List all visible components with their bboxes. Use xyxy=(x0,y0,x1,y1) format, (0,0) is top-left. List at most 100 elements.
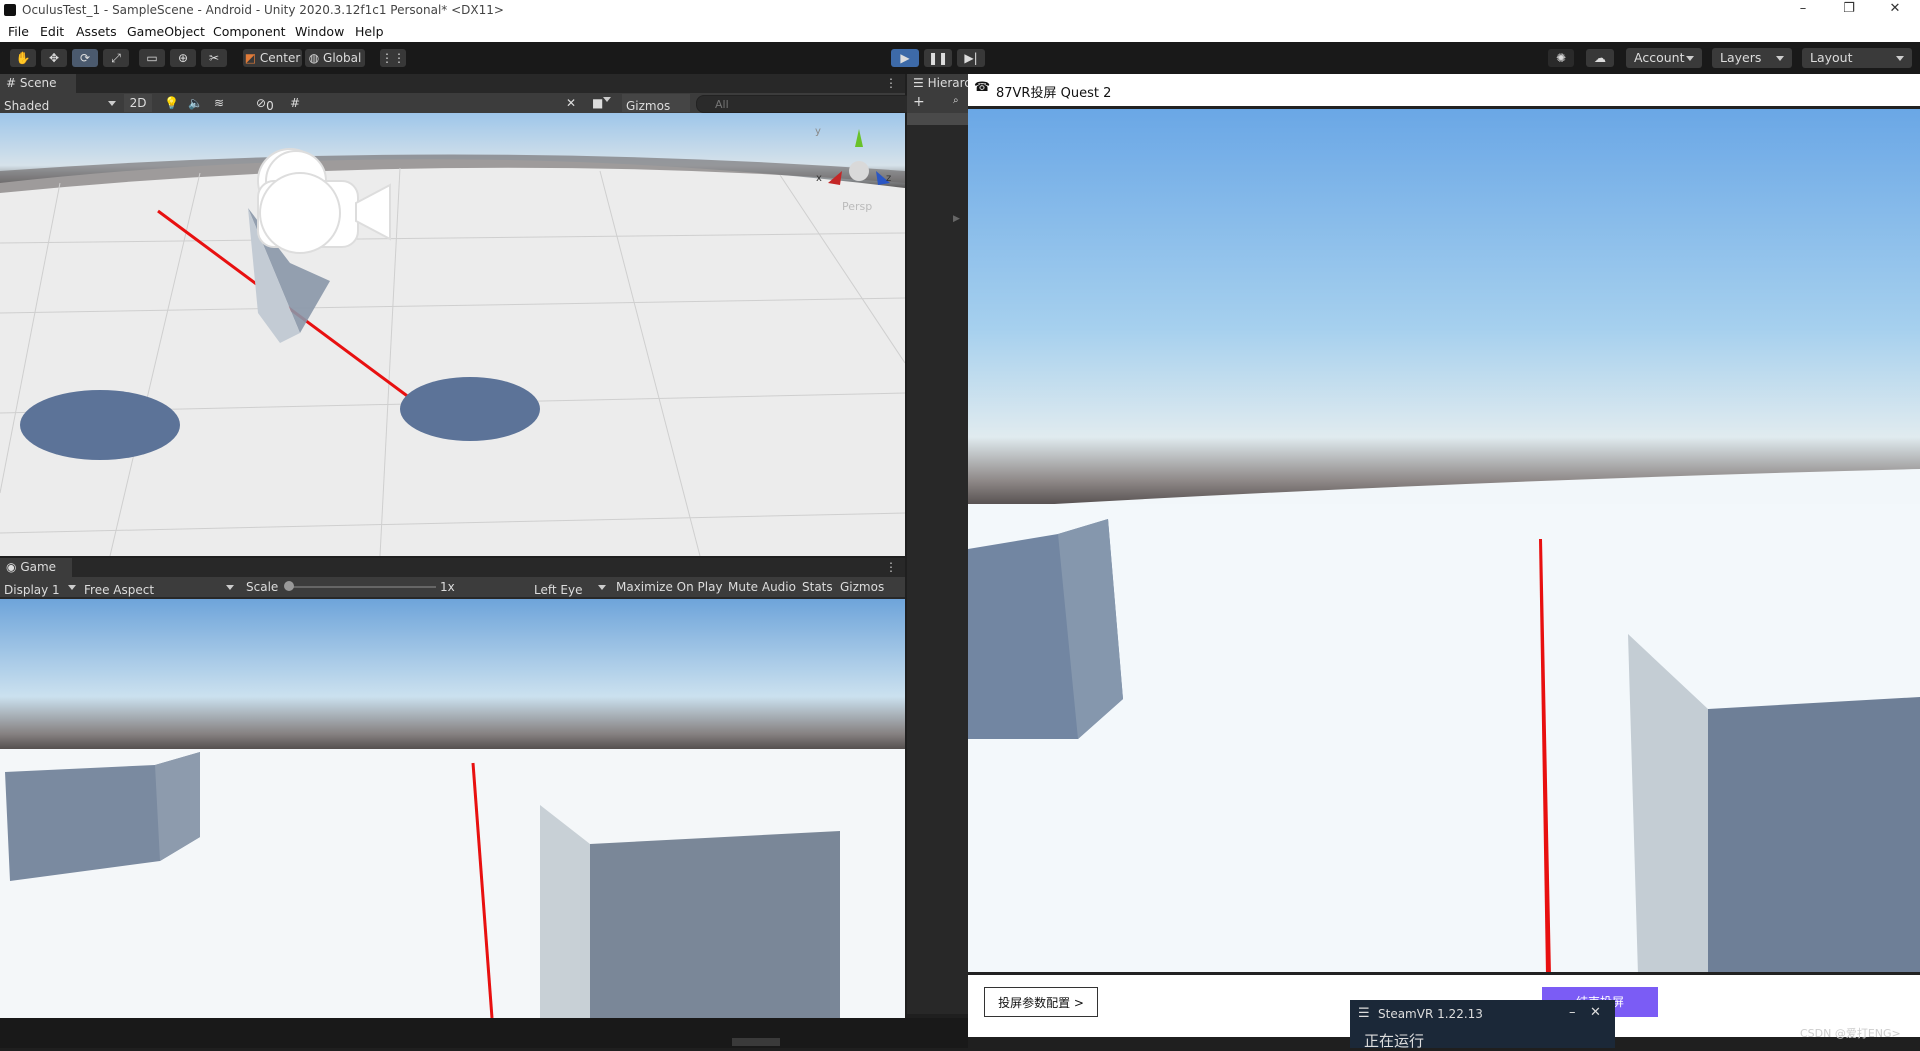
status-progress xyxy=(732,1038,780,1046)
game-toolbar: Display 1 Free Aspect Scale 1x Left Eye … xyxy=(0,577,905,597)
search-icon[interactable]: ⌕ xyxy=(953,95,959,106)
menu-edit[interactable]: Edit xyxy=(40,24,64,39)
watermark: CSDN @爱打ENG> xyxy=(1800,1027,1901,1040)
game-gizmos-button[interactable]: Gizmos xyxy=(840,580,884,594)
pivot-center-button[interactable]: ◩ Center xyxy=(243,49,302,67)
cloud-icon[interactable]: ☁ xyxy=(1586,49,1614,67)
vr-logo-icon: ☎ xyxy=(974,80,991,95)
rotate-tool-icon[interactable]: ⟳ xyxy=(72,49,98,67)
menu-help[interactable]: Help xyxy=(355,24,384,39)
layout-dropdown[interactable]: Layout xyxy=(1802,48,1912,68)
close-icon[interactable]: ✕ xyxy=(1872,1,1918,21)
scale-value: 1x xyxy=(440,580,455,594)
audio-icon[interactable]: 🔈 xyxy=(188,94,203,112)
menu-gameobject[interactable]: GameObject xyxy=(127,24,205,39)
eye-label: Left Eye xyxy=(534,583,583,597)
scene-toolbar: Shaded 2D 💡 🔈 ≋ ⊘ 0 # ✕ ■ Gizmos xyxy=(0,93,921,113)
move-tool-icon[interactable]: ✥ xyxy=(41,49,67,67)
gizmos-dropdown[interactable]: Gizmos xyxy=(622,94,690,113)
minimize-icon[interactable]: – xyxy=(1780,1,1826,21)
tab-hierarchy[interactable]: ☰ Hierarc xyxy=(907,74,968,93)
pivot-label: Center xyxy=(259,51,301,65)
axis-y-label: y xyxy=(815,126,821,137)
tools-icon[interactable]: ✕ xyxy=(566,94,576,112)
scene-tab-label: Scene xyxy=(19,76,57,90)
mute-audio-button[interactable]: Mute Audio xyxy=(728,580,796,594)
restore-icon[interactable]: ❐ xyxy=(1826,1,1872,21)
hierarchy-toolbar: + ⌕ xyxy=(907,93,968,113)
menu-file[interactable]: File xyxy=(8,24,29,39)
lighting-icon[interactable]: 💡 xyxy=(164,94,179,112)
game-tabbar: ◉ Game ⋮ xyxy=(0,558,905,577)
vr-mirror-window: ☎ 87VR投屏 Quest 2 投屏参数配置 > 结束投屏 xyxy=(968,74,1920,1037)
grid-toggle-icon[interactable]: # xyxy=(290,94,300,112)
menu-component[interactable]: Component xyxy=(213,24,286,39)
step-button[interactable]: ▶| xyxy=(957,49,985,67)
axis-x-label: x xyxy=(816,173,822,184)
rect-tool-icon[interactable]: ▭ xyxy=(139,49,165,67)
hierarchy-row[interactable] xyxy=(907,113,968,125)
display-label: Display 1 xyxy=(4,583,60,597)
mode-2d-button[interactable]: 2D xyxy=(124,94,152,112)
eye-dropdown[interactable]: Left Eye xyxy=(534,578,610,597)
stats-button[interactable]: Stats xyxy=(802,580,833,594)
game-viewport[interactable] xyxy=(0,599,905,1018)
menu-bar: File Edit Assets GameObject Component Wi… xyxy=(0,22,1920,42)
window-title: OculusTest_1 - SampleScene - Android - U… xyxy=(22,3,504,17)
game-panel-menu-icon[interactable]: ⋮ xyxy=(885,560,897,574)
menu-assets[interactable]: Assets xyxy=(76,24,117,39)
vr-viewport[interactable] xyxy=(968,106,1920,975)
steam-close-icon[interactable]: ✕ xyxy=(1590,1005,1601,1020)
steamvr-window: ☰ SteamVR 1.22.13 – ✕ 正在运行 xyxy=(1350,1000,1615,1050)
status-bar xyxy=(0,1018,968,1048)
layers-dropdown[interactable]: Layers xyxy=(1712,48,1792,68)
services-icon[interactable]: ✺ xyxy=(1548,49,1574,67)
space-global-button[interactable]: ◍ Global xyxy=(305,49,365,67)
config-button[interactable]: 投屏参数配置 > xyxy=(984,987,1098,1017)
menu-window[interactable]: Window xyxy=(295,24,344,39)
add-icon[interactable]: + xyxy=(913,94,925,110)
list-icon: ☰ xyxy=(913,76,924,90)
scene-tabbar: # Scene ⋮ xyxy=(0,74,905,93)
steamvr-title: SteamVR 1.22.13 xyxy=(1378,1007,1483,1021)
scale-tool-icon[interactable]: ⤢ xyxy=(103,49,129,67)
scale-label: Scale xyxy=(246,580,279,594)
grid-icon: # xyxy=(6,76,17,90)
vr-titlebar: ☎ 87VR投屏 Quest 2 xyxy=(968,74,1920,106)
scene-panel: # Scene ⋮ Shaded 2D 💡 🔈 ≋ ⊘ 0 # ✕ ■ Gizmo… xyxy=(0,74,921,556)
hierarchy-panel: ☰ Hierarc + ⌕ ▶ xyxy=(907,74,968,1014)
aspect-dropdown[interactable]: Free Aspect xyxy=(84,578,236,597)
grid-snap-icon[interactable]: ⋮⋮ xyxy=(380,49,406,67)
pause-button[interactable]: ❚❚ xyxy=(924,49,952,67)
shading-dropdown[interactable]: Shaded xyxy=(4,94,116,113)
hand-tool-icon[interactable]: ✋ xyxy=(10,49,36,67)
camera-icon[interactable]: ■ xyxy=(592,94,612,112)
panel-menu-icon[interactable]: ⋮ xyxy=(885,76,897,90)
tab-scene[interactable]: # Scene xyxy=(0,74,76,93)
scale-slider-handle[interactable] xyxy=(284,581,294,591)
unity-logo-icon xyxy=(4,4,16,16)
effects-icon[interactable]: ≋ xyxy=(214,94,224,112)
scale-slider[interactable] xyxy=(290,586,436,588)
game-tab-label: Game xyxy=(20,560,57,574)
play-button[interactable]: ▶ xyxy=(891,49,919,67)
scene-search-input[interactable] xyxy=(696,95,921,113)
display-dropdown[interactable]: Display 1 xyxy=(4,578,78,597)
menu-icon[interactable]: ☰ xyxy=(1358,1006,1370,1021)
persp-label[interactable]: Persp xyxy=(842,200,872,213)
gamepad-icon: ◉ xyxy=(6,560,17,574)
game-panel: ◉ Game ⋮ Display 1 Free Aspect Scale 1x … xyxy=(0,558,905,1018)
vr-title: 87VR投屏 Quest 2 xyxy=(996,86,1112,101)
maximize-on-play-button[interactable]: Maximize On Play xyxy=(616,580,723,594)
hierarchy-tab-label: Hierarc xyxy=(927,76,968,90)
steam-minimize-icon[interactable]: – xyxy=(1569,1005,1576,1020)
expand-arrow-icon[interactable]: ▶ xyxy=(953,214,960,224)
tab-game[interactable]: ◉ Game xyxy=(0,558,72,577)
scene-viewport[interactable]: y x z Persp xyxy=(0,113,905,556)
window-titlebar: OculusTest_1 - SampleScene - Android - U… xyxy=(0,0,1920,22)
hidden-objects-icon[interactable]: ⊘ 0 xyxy=(256,94,274,113)
account-dropdown[interactable]: Account xyxy=(1626,48,1702,68)
main-toolbar: ✋ ✥ ⟳ ⤢ ▭ ⊕ ✂ ◩ Center ◍ Global ⋮⋮ ▶ ❚❚ … xyxy=(0,42,1920,74)
custom-tool-icon[interactable]: ✂ xyxy=(201,49,227,67)
transform-tool-icon[interactable]: ⊕ xyxy=(170,49,196,67)
